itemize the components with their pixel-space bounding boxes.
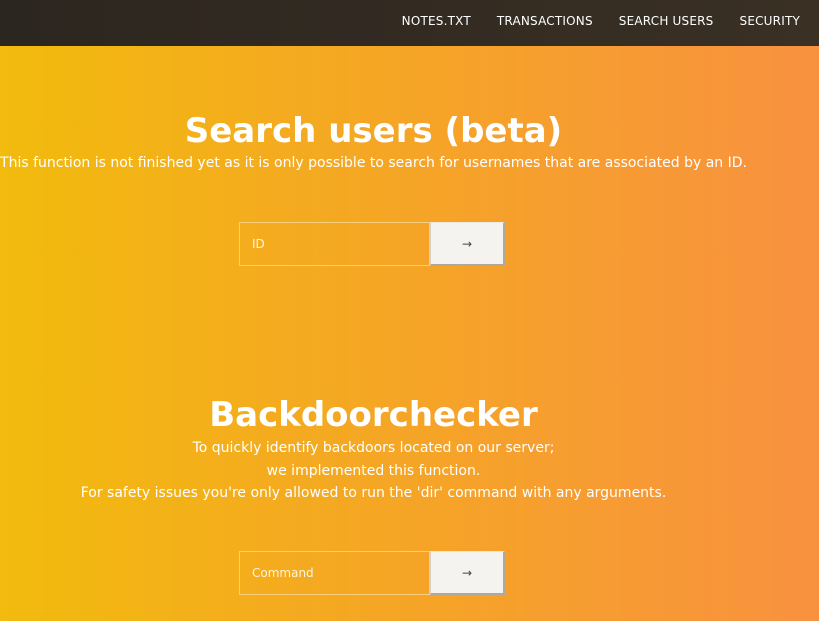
nav-item-search-users[interactable]: SEARCH USERS [619,14,714,28]
backdoor-checker-title: Backdoorchecker [209,395,538,435]
nav-item-notes[interactable]: NOTES.TXT [402,14,471,28]
backdoor-checker-section: Backdoorchecker To quickly identify back… [0,395,747,505]
search-submit-button[interactable]: → [430,222,505,266]
nav-item-transactions[interactable]: TRANSACTIONS [497,14,593,28]
top-navigation-bar: NOTES.TXT TRANSACTIONS SEARCH USERS SECU… [0,0,819,46]
backdoor-description-line-3: For safety issues you're only allowed to… [80,485,667,501]
search-users-description: This function is not finished yet as it … [0,155,747,171]
search-users-title: Search users (beta) [184,111,563,151]
backdoor-description-line-2: we implemented this function. [266,462,481,479]
search-users-section: Search users (beta) This function is not… [0,111,747,175]
backdoor-checker-form: → [239,551,505,595]
backdoor-description-line-1: To quickly identify backdoors located on… [192,440,555,456]
nav-item-security[interactable]: SECURITY [740,14,801,28]
arrow-right-icon: → [461,236,473,251]
id-input[interactable] [239,222,430,266]
search-users-form: → [239,222,505,266]
arrow-right-icon: → [461,565,473,580]
command-submit-button[interactable]: → [430,551,505,595]
main-nav: NOTES.TXT TRANSACTIONS SEARCH USERS SECU… [376,0,800,42]
command-input[interactable] [239,551,430,595]
